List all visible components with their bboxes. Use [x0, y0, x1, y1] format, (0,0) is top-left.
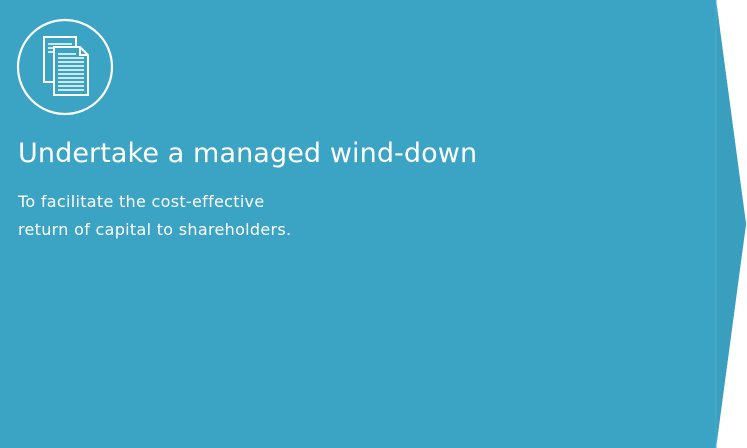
description-line: return of capital to shareholders.: [18, 220, 292, 239]
strategy-card: Undertake a managed wind-down To facilit…: [0, 0, 747, 448]
panel-arrow-edge: [716, 0, 746, 448]
card-title: Undertake a managed wind-down: [18, 138, 478, 169]
documents-icon: [16, 18, 114, 116]
card-description: To facilitate the cost-effective return …: [18, 188, 438, 244]
description-line: To facilitate the cost-effective: [18, 192, 265, 211]
